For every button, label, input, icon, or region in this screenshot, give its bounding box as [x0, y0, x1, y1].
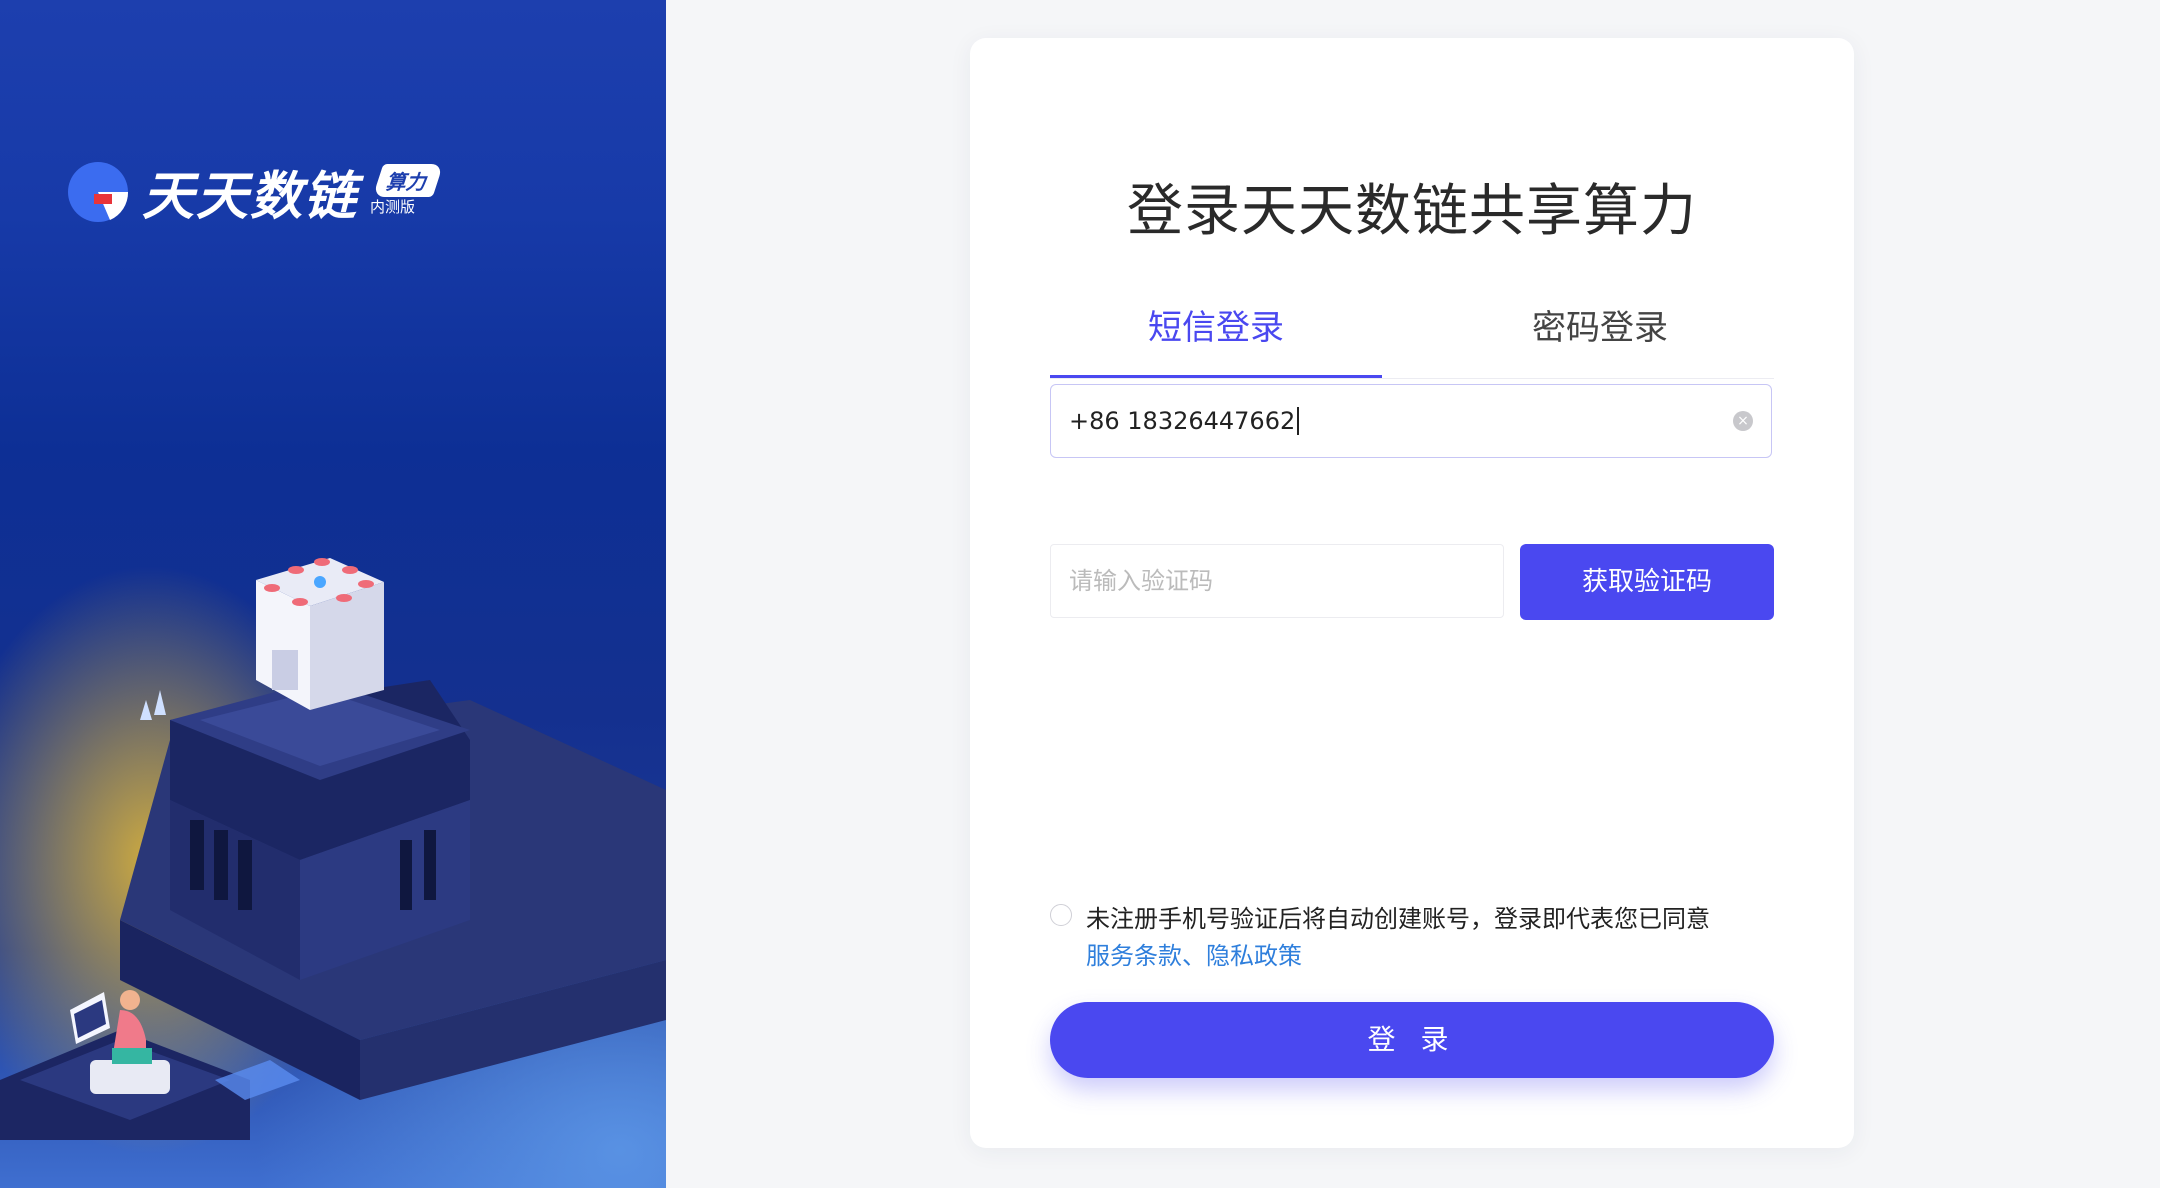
tab-password-login-label: 密码登录	[1532, 308, 1668, 348]
agreement: 未注册手机号验证后将自动创建账号，登录即代表您已同意 服务条款、隐私政策	[1050, 900, 1790, 974]
terms-privacy-link[interactable]: 服务条款、隐私政策	[1086, 942, 1302, 970]
agreement-radio[interactable]	[1050, 904, 1072, 926]
tab-sms-login-label: 短信登录	[1148, 308, 1284, 348]
hero-panel: 天天数链 算力 内测版	[0, 0, 666, 1188]
brand-badge: 算力 内测版	[370, 160, 444, 224]
server-illustration	[0, 558, 666, 1140]
verification-code-input[interactable]: 请输入验证码	[1050, 544, 1504, 618]
verification-code-placeholder: 请输入验证码	[1069, 567, 1213, 595]
page-title: 登录天天数链共享算力	[1127, 179, 1697, 244]
clear-icon[interactable]: ×	[1733, 411, 1753, 431]
get-code-button[interactable]: 获取验证码	[1520, 544, 1774, 620]
active-tab-indicator	[1050, 375, 1382, 378]
brand-name: 天天数链	[142, 167, 359, 227]
tab-password-login[interactable]: 密码登录	[1434, 278, 1766, 376]
agreement-links: 服务条款、隐私政策	[1086, 938, 1790, 974]
phone-input[interactable]: +86 18326447662 ×	[1050, 384, 1772, 458]
brand-logo: 天天数链 算力 内测版	[66, 154, 444, 229]
tab-sms-login[interactable]: 短信登录	[1050, 278, 1382, 378]
brand-logo-icon	[68, 161, 129, 222]
login-button[interactable]: 登 录	[1050, 1002, 1774, 1078]
login-tabs: 短信登录 密码登录	[1050, 278, 1774, 379]
agreement-text: 未注册手机号验证后将自动创建账号，登录即代表您已同意	[1086, 905, 1710, 933]
brand-badge-sub: 内测版	[370, 197, 416, 216]
phone-input-value: +86 18326447662	[1069, 407, 1296, 435]
login-card: 登录天天数链共享算力 短信登录 密码登录 +86 18326447662 × 请…	[970, 38, 1854, 1148]
text-caret	[1297, 407, 1300, 435]
brand-badge-label: 算力	[372, 163, 444, 197]
